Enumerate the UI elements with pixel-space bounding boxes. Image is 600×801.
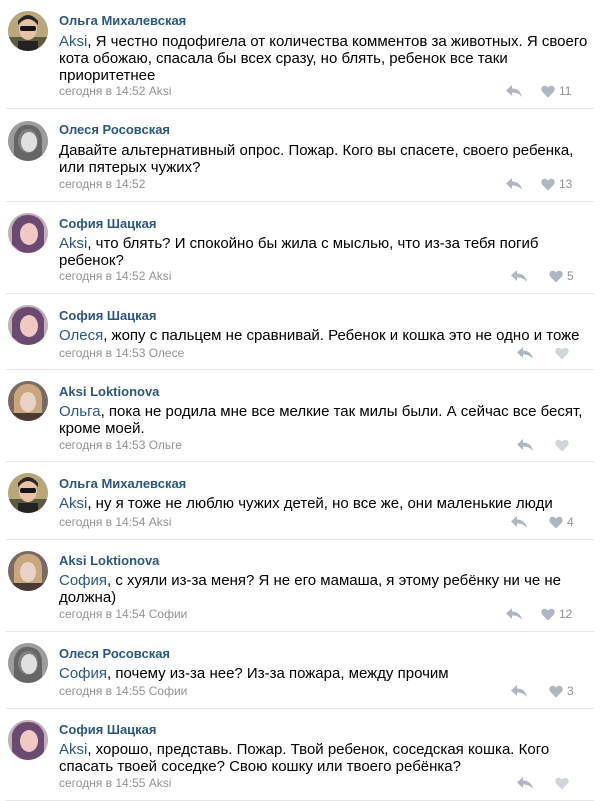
comment-author[interactable]: Ольга Михалевская	[59, 13, 186, 29]
comment-item: София Шацкая Олеся, жопу с пальцем не ср…	[0, 294, 600, 370]
reply-mention[interactable]: Aksi	[59, 741, 87, 758]
reply-arrow-icon[interactable]	[516, 346, 534, 360]
comment-text: Олеся, жопу с пальцем не сравнивай. Ребе…	[59, 327, 589, 344]
like-button[interactable]: 5	[549, 269, 574, 283]
comment-item: Ольга Михалевская Aksi, Я честно подофиг…	[0, 0, 600, 109]
reply-mention[interactable]: Олеся	[59, 327, 103, 344]
comment-meta[interactable]: сегодня в 14:52 Aksi	[59, 269, 171, 283]
like-count: 12	[559, 607, 573, 621]
reply-mention[interactable]: Aksi	[59, 495, 87, 512]
comment-body: , ну я тоже не люблю чужих детей, но все…	[87, 495, 553, 512]
avatar[interactable]	[8, 213, 48, 253]
comment-item: София Шацкая Aksi, хорошо, представь. По…	[0, 709, 600, 801]
like-button[interactable]: 4	[549, 515, 574, 529]
comment-author[interactable]: София Шацкая	[59, 722, 157, 738]
reply-arrow-icon[interactable]	[510, 269, 528, 283]
like-count: 5	[567, 269, 574, 283]
avatar[interactable]	[8, 473, 48, 513]
comment-author[interactable]: София Шацкая	[59, 216, 157, 232]
comment-meta[interactable]: сегодня в 14:54 Aksi	[59, 515, 171, 529]
comment-item: Aksi Loktionova София, с хуяли из-за мен…	[0, 540, 600, 632]
like-button[interactable]	[555, 346, 573, 360]
heart-icon	[549, 516, 563, 528]
heart-icon	[555, 439, 569, 451]
comment-text: София, почему из-за нее? Из-за пожара, м…	[59, 665, 589, 682]
comment-author[interactable]: София Шацкая	[59, 308, 157, 324]
like-button[interactable]	[555, 776, 573, 790]
comment-author[interactable]: Олеся Росовская	[59, 646, 170, 662]
heart-icon	[549, 685, 563, 697]
comment-body: , что блять? И спокойно бы жила с мыслью…	[59, 235, 539, 269]
reply-mention[interactable]: София	[59, 665, 107, 682]
heart-icon	[541, 608, 555, 620]
avatar[interactable]	[8, 121, 48, 161]
reply-arrow-icon[interactable]	[516, 438, 534, 452]
comment-item: Ольга Михалевская Aksi, ну я тоже не люб…	[0, 462, 600, 540]
like-count: 4	[567, 515, 574, 529]
reply-arrow-icon[interactable]	[510, 684, 528, 698]
like-count: 3	[567, 684, 574, 698]
comment-author[interactable]: Олеся Росовская	[59, 122, 170, 138]
comment-meta[interactable]: сегодня в 14:55 Aksi	[59, 776, 171, 790]
comment-body: , Я честно подофигела от количества комм…	[59, 33, 588, 84]
comment-text: Aksi, Я честно подофигела от количества …	[59, 33, 589, 84]
comment-item: Aksi Loktionova Ольга, пока не родила мн…	[0, 370, 600, 462]
like-count: 11	[559, 84, 572, 98]
comment-item: София Шацкая Aksi, что блять? И спокойно…	[0, 202, 600, 294]
comment-item: Олеся Росовская Давайте альтернативный о…	[0, 109, 600, 202]
reply-arrow-icon[interactable]	[505, 177, 523, 191]
avatar[interactable]	[8, 305, 48, 345]
like-button[interactable]: 3	[549, 684, 574, 698]
comment-text: Aksi, что блять? И спокойно бы жила с мы…	[59, 235, 589, 269]
avatar[interactable]	[8, 11, 48, 51]
comment-meta[interactable]: сегодня в 14:53 Ольге	[59, 438, 182, 452]
comment-text: Aksi, хорошо, представь. Пожар. Твой реб…	[59, 741, 589, 775]
comment-meta[interactable]: сегодня в 14:53 Олесе	[59, 346, 184, 360]
like-button[interactable]: 12	[541, 607, 572, 621]
comment-body: , хорошо, представь. Пожар. Твой ребенок…	[59, 741, 550, 775]
comment-author[interactable]: Aksi Loktionova	[59, 553, 159, 569]
comment-body: , пока не родила мне все мелкие так милы…	[59, 403, 583, 437]
avatar[interactable]	[8, 551, 48, 591]
comment-author[interactable]: Aksi Loktionova	[59, 384, 159, 400]
comment-text: Ольга, пока не родила мне все мелкие так…	[59, 403, 589, 437]
heart-icon	[541, 85, 555, 97]
comment-body: Давайте альтернативный опрос. Пожар. Ког…	[59, 142, 574, 176]
comment-meta[interactable]: сегодня в 14:52 Aksi	[59, 84, 171, 98]
reply-mention[interactable]: София	[59, 572, 107, 589]
comment-meta[interactable]: сегодня в 14:52	[59, 177, 145, 191]
like-button[interactable]: 11	[541, 84, 571, 98]
avatar[interactable]	[8, 643, 48, 683]
reply-arrow-icon[interactable]	[510, 515, 528, 529]
reply-arrow-icon[interactable]	[505, 84, 523, 98]
comment-body: , с хуяли из-за меня? Я не его мамаша, я…	[59, 572, 562, 606]
comment-meta[interactable]: сегодня в 14:55 Софии	[59, 684, 187, 698]
heart-icon	[541, 178, 555, 190]
reply-mention[interactable]: Aksi	[59, 33, 87, 50]
reply-arrow-icon[interactable]	[516, 776, 534, 790]
heart-icon	[555, 777, 569, 789]
like-count: 13	[559, 177, 573, 191]
reply-mention[interactable]: Aksi	[59, 235, 87, 252]
comment-author[interactable]: Ольга Михалевская	[59, 476, 186, 492]
reply-mention[interactable]: Ольга	[59, 403, 101, 420]
avatar[interactable]	[8, 720, 48, 760]
comment-meta[interactable]: сегодня в 14:54 Софии	[59, 607, 187, 621]
comment-thread: Ольга Михалевская Aksi, Я честно подофиг…	[0, 0, 600, 801]
comment-body: , почему из-за нее? Из-за пожара, между …	[107, 665, 449, 682]
comment-text: София, с хуяли из-за меня? Я не его мама…	[59, 572, 589, 606]
reply-arrow-icon[interactable]	[505, 607, 523, 621]
like-button[interactable]	[555, 438, 573, 452]
heart-icon	[549, 270, 563, 282]
comment-text: Aksi, ну я тоже не люблю чужих детей, но…	[59, 495, 589, 512]
comment-body: , жопу с пальцем не сравнивай. Ребенок и…	[103, 327, 580, 344]
heart-icon	[555, 347, 569, 359]
comment-item: Олеся Росовская София, почему из-за нее?…	[0, 632, 600, 709]
comment-text: Давайте альтернативный опрос. Пожар. Ког…	[59, 142, 589, 176]
like-button[interactable]: 13	[541, 177, 572, 191]
avatar[interactable]	[8, 381, 48, 421]
